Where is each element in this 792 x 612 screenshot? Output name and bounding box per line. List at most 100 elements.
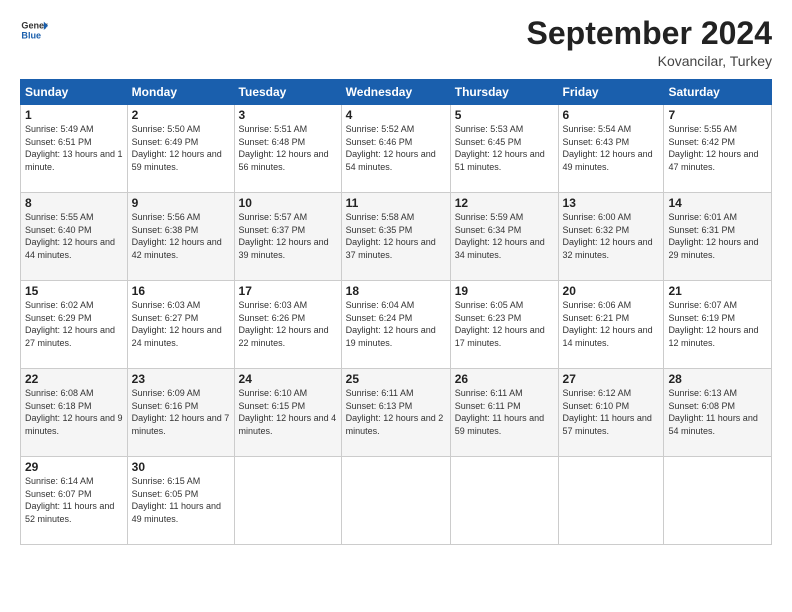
day-number: 9 <box>132 196 230 210</box>
calendar-day-cell <box>664 457 772 545</box>
day-detail: Sunrise: 5:56 AMSunset: 6:38 PMDaylight:… <box>132 211 230 261</box>
day-number: 16 <box>132 284 230 298</box>
day-number: 4 <box>346 108 446 122</box>
calendar-day-cell: 13Sunrise: 6:00 AMSunset: 6:32 PMDayligh… <box>558 193 664 281</box>
calendar-day-cell: 1Sunrise: 5:49 AMSunset: 6:51 PMDaylight… <box>21 105 128 193</box>
day-number: 29 <box>25 460 123 474</box>
day-detail: Sunrise: 5:58 AMSunset: 6:35 PMDaylight:… <box>346 211 446 261</box>
day-detail: Sunrise: 6:04 AMSunset: 6:24 PMDaylight:… <box>346 299 446 349</box>
day-number: 17 <box>239 284 337 298</box>
day-of-week-header: Wednesday <box>341 80 450 105</box>
day-number: 28 <box>668 372 767 386</box>
calendar-day-cell: 14Sunrise: 6:01 AMSunset: 6:31 PMDayligh… <box>664 193 772 281</box>
day-detail: Sunrise: 5:52 AMSunset: 6:46 PMDaylight:… <box>346 123 446 173</box>
day-detail: Sunrise: 6:11 AMSunset: 6:13 PMDaylight:… <box>346 387 446 437</box>
day-detail: Sunrise: 5:50 AMSunset: 6:49 PMDaylight:… <box>132 123 230 173</box>
calendar-day-cell: 15Sunrise: 6:02 AMSunset: 6:29 PMDayligh… <box>21 281 128 369</box>
calendar-day-cell: 3Sunrise: 5:51 AMSunset: 6:48 PMDaylight… <box>234 105 341 193</box>
day-number: 24 <box>239 372 337 386</box>
calendar-day-cell: 11Sunrise: 5:58 AMSunset: 6:35 PMDayligh… <box>341 193 450 281</box>
day-number: 26 <box>455 372 554 386</box>
calendar-day-cell: 17Sunrise: 6:03 AMSunset: 6:26 PMDayligh… <box>234 281 341 369</box>
day-number: 12 <box>455 196 554 210</box>
location: Kovancilar, Turkey <box>527 53 772 69</box>
calendar-day-cell: 21Sunrise: 6:07 AMSunset: 6:19 PMDayligh… <box>664 281 772 369</box>
day-detail: Sunrise: 5:54 AMSunset: 6:43 PMDaylight:… <box>563 123 660 173</box>
day-number: 8 <box>25 196 123 210</box>
day-detail: Sunrise: 5:55 AMSunset: 6:42 PMDaylight:… <box>668 123 767 173</box>
day-detail: Sunrise: 6:03 AMSunset: 6:26 PMDaylight:… <box>239 299 337 349</box>
day-detail: Sunrise: 5:59 AMSunset: 6:34 PMDaylight:… <box>455 211 554 261</box>
day-detail: Sunrise: 5:49 AMSunset: 6:51 PMDaylight:… <box>25 123 123 173</box>
day-of-week-header: Friday <box>558 80 664 105</box>
calendar-day-cell: 10Sunrise: 5:57 AMSunset: 6:37 PMDayligh… <box>234 193 341 281</box>
calendar-day-cell: 22Sunrise: 6:08 AMSunset: 6:18 PMDayligh… <box>21 369 128 457</box>
calendar-day-cell: 2Sunrise: 5:50 AMSunset: 6:49 PMDaylight… <box>127 105 234 193</box>
calendar-day-cell: 26Sunrise: 6:11 AMSunset: 6:11 PMDayligh… <box>450 369 558 457</box>
day-detail: Sunrise: 6:05 AMSunset: 6:23 PMDaylight:… <box>455 299 554 349</box>
day-number: 2 <box>132 108 230 122</box>
day-detail: Sunrise: 6:03 AMSunset: 6:27 PMDaylight:… <box>132 299 230 349</box>
calendar-day-cell <box>558 457 664 545</box>
day-detail: Sunrise: 5:51 AMSunset: 6:48 PMDaylight:… <box>239 123 337 173</box>
day-number: 5 <box>455 108 554 122</box>
calendar-day-cell: 25Sunrise: 6:11 AMSunset: 6:13 PMDayligh… <box>341 369 450 457</box>
day-detail: Sunrise: 6:06 AMSunset: 6:21 PMDaylight:… <box>563 299 660 349</box>
page: General Blue September 2024 Kovancilar, … <box>0 0 792 612</box>
calendar-day-cell <box>450 457 558 545</box>
svg-text:Blue: Blue <box>21 30 41 40</box>
day-detail: Sunrise: 5:53 AMSunset: 6:45 PMDaylight:… <box>455 123 554 173</box>
day-number: 21 <box>668 284 767 298</box>
day-detail: Sunrise: 6:10 AMSunset: 6:15 PMDaylight:… <box>239 387 337 437</box>
day-number: 25 <box>346 372 446 386</box>
day-number: 19 <box>455 284 554 298</box>
day-number: 18 <box>346 284 446 298</box>
day-detail: Sunrise: 6:15 AMSunset: 6:05 PMDaylight:… <box>132 475 230 525</box>
day-detail: Sunrise: 6:02 AMSunset: 6:29 PMDaylight:… <box>25 299 123 349</box>
calendar-day-cell: 29Sunrise: 6:14 AMSunset: 6:07 PMDayligh… <box>21 457 128 545</box>
day-number: 27 <box>563 372 660 386</box>
title-block: September 2024 Kovancilar, Turkey <box>527 16 772 69</box>
calendar-day-cell: 5Sunrise: 5:53 AMSunset: 6:45 PMDaylight… <box>450 105 558 193</box>
day-of-week-header: Saturday <box>664 80 772 105</box>
day-of-week-header: Thursday <box>450 80 558 105</box>
calendar-day-cell: 20Sunrise: 6:06 AMSunset: 6:21 PMDayligh… <box>558 281 664 369</box>
day-detail: Sunrise: 6:01 AMSunset: 6:31 PMDaylight:… <box>668 211 767 261</box>
day-number: 22 <box>25 372 123 386</box>
day-detail: Sunrise: 6:09 AMSunset: 6:16 PMDaylight:… <box>132 387 230 437</box>
calendar-week-row: 1Sunrise: 5:49 AMSunset: 6:51 PMDaylight… <box>21 105 772 193</box>
calendar-day-cell: 8Sunrise: 5:55 AMSunset: 6:40 PMDaylight… <box>21 193 128 281</box>
calendar-day-cell: 7Sunrise: 5:55 AMSunset: 6:42 PMDaylight… <box>664 105 772 193</box>
calendar-day-cell: 19Sunrise: 6:05 AMSunset: 6:23 PMDayligh… <box>450 281 558 369</box>
calendar-day-cell: 18Sunrise: 6:04 AMSunset: 6:24 PMDayligh… <box>341 281 450 369</box>
day-number: 14 <box>668 196 767 210</box>
day-detail: Sunrise: 6:08 AMSunset: 6:18 PMDaylight:… <box>25 387 123 437</box>
calendar-week-row: 22Sunrise: 6:08 AMSunset: 6:18 PMDayligh… <box>21 369 772 457</box>
day-number: 20 <box>563 284 660 298</box>
day-of-week-header: Tuesday <box>234 80 341 105</box>
calendar-day-cell <box>341 457 450 545</box>
day-number: 15 <box>25 284 123 298</box>
calendar-day-cell: 12Sunrise: 5:59 AMSunset: 6:34 PMDayligh… <box>450 193 558 281</box>
calendar-day-cell: 27Sunrise: 6:12 AMSunset: 6:10 PMDayligh… <box>558 369 664 457</box>
day-of-week-header: Sunday <box>21 80 128 105</box>
calendar-day-cell: 24Sunrise: 6:10 AMSunset: 6:15 PMDayligh… <box>234 369 341 457</box>
logo: General Blue <box>20 16 48 44</box>
calendar-week-row: 8Sunrise: 5:55 AMSunset: 6:40 PMDaylight… <box>21 193 772 281</box>
calendar-body: 1Sunrise: 5:49 AMSunset: 6:51 PMDaylight… <box>21 105 772 545</box>
calendar-day-cell: 16Sunrise: 6:03 AMSunset: 6:27 PMDayligh… <box>127 281 234 369</box>
calendar-table: SundayMondayTuesdayWednesdayThursdayFrid… <box>20 79 772 545</box>
day-number: 1 <box>25 108 123 122</box>
day-number: 10 <box>239 196 337 210</box>
day-detail: Sunrise: 6:13 AMSunset: 6:08 PMDaylight:… <box>668 387 767 437</box>
day-number: 23 <box>132 372 230 386</box>
day-number: 3 <box>239 108 337 122</box>
calendar-day-cell: 6Sunrise: 5:54 AMSunset: 6:43 PMDaylight… <box>558 105 664 193</box>
day-number: 6 <box>563 108 660 122</box>
day-detail: Sunrise: 6:07 AMSunset: 6:19 PMDaylight:… <box>668 299 767 349</box>
day-detail: Sunrise: 6:14 AMSunset: 6:07 PMDaylight:… <box>25 475 123 525</box>
calendar-day-cell: 23Sunrise: 6:09 AMSunset: 6:16 PMDayligh… <box>127 369 234 457</box>
day-detail: Sunrise: 6:11 AMSunset: 6:11 PMDaylight:… <box>455 387 554 437</box>
calendar-week-row: 15Sunrise: 6:02 AMSunset: 6:29 PMDayligh… <box>21 281 772 369</box>
day-number: 11 <box>346 196 446 210</box>
